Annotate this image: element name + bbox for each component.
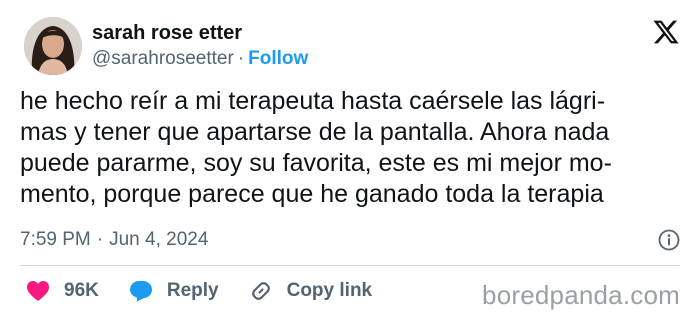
author-handle[interactable]: @sarahroseetter [92, 48, 234, 69]
avatar-image [24, 17, 82, 75]
tweet-header: sarah rose etter @sarahroseetter · Follow [24, 16, 308, 76]
user-avatar[interactable] [24, 17, 82, 75]
follow-button[interactable]: Follow [248, 48, 308, 69]
copy-link-button[interactable]: Copy link [249, 279, 373, 303]
timestamp-separator: · [96, 229, 104, 250]
reply-bubble-icon [129, 281, 152, 302]
reply-label: Reply [166, 280, 219, 301]
x-logo-icon[interactable] [652, 18, 680, 46]
divider [20, 265, 680, 266]
tweet-actions: 96K Reply Copy link [20, 276, 402, 306]
info-icon[interactable] [658, 229, 680, 251]
handle-separator: · [237, 48, 245, 69]
author-info: sarah rose etter @sarahroseetter · Follow [92, 21, 308, 71]
tweet-card: sarah rose etter @sarahroseetter · Follow … [0, 0, 700, 318]
tweet-date[interactable]: Jun 4, 2024 [109, 229, 208, 251]
reply-button[interactable]: Reply [129, 280, 219, 302]
tweet-text: he hecho reír a mi terapeuta hasta caérs… [20, 87, 612, 208]
watermark: boredpanda.com [482, 280, 680, 310]
copy-link-label: Copy link [286, 280, 373, 301]
link-icon [251, 282, 270, 300]
tweet-time[interactable]: 7:59 PM [20, 229, 91, 251]
like-button[interactable]: 96K [26, 280, 99, 302]
author-handle-row: @sarahroseetter · Follow [92, 47, 308, 71]
like-count: 96K [64, 280, 99, 301]
heart-icon [27, 281, 49, 301]
author-display-name[interactable]: sarah rose etter [92, 21, 308, 45]
tweet-timestamp: 7:59 PM · Jun 4, 2024 [20, 227, 680, 253]
